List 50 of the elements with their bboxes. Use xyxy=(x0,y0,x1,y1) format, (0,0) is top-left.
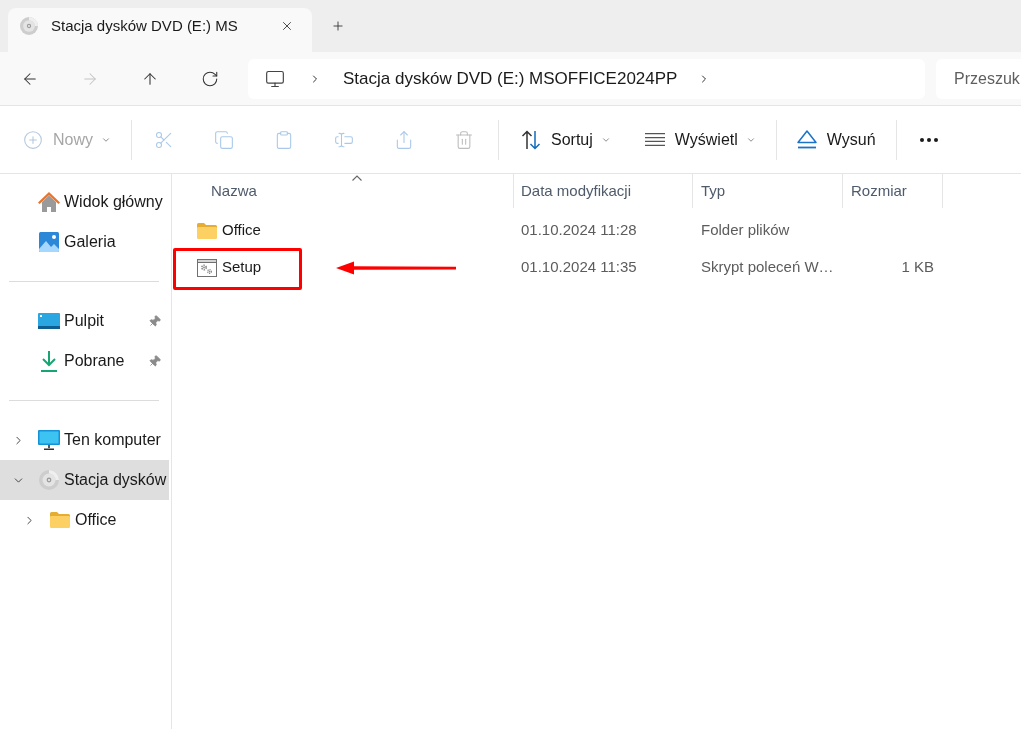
eject-button[interactable]: Wysuń xyxy=(788,119,884,160)
trash-icon xyxy=(454,129,474,150)
sidebar-item[interactable]: Pobrane xyxy=(0,341,169,381)
clipboard-icon xyxy=(274,129,294,150)
share-icon xyxy=(394,129,414,150)
file-type: Skrypt poleceń W… xyxy=(701,258,834,276)
scissors-icon xyxy=(154,129,174,150)
eject-icon xyxy=(796,130,817,149)
close-icon[interactable] xyxy=(280,19,294,33)
search-field[interactable]: Przeszuk xyxy=(936,58,1021,99)
disc-icon xyxy=(20,17,38,35)
tab[interactable]: Stacja dysków DVD (E:) MS xyxy=(8,8,312,52)
sidebar-item[interactable]: Galeria xyxy=(0,222,169,262)
disc-icon xyxy=(39,470,59,490)
file-row[interactable]: Office 01.10.2024 11:28 Folder plików xyxy=(172,212,1021,249)
sidebar-item[interactable]: Stacja dysków xyxy=(0,460,169,500)
download-icon xyxy=(40,350,58,372)
copy-icon xyxy=(214,129,234,150)
plus-icon[interactable] xyxy=(331,19,345,33)
computer-icon xyxy=(38,430,60,450)
sidebar-item[interactable]: Ten komputer xyxy=(0,420,169,460)
address-bar[interactable]: Stacja dysków DVD (E:) MSOFFICE2024PP xyxy=(248,58,925,99)
folder-icon xyxy=(50,512,70,528)
sort-button[interactable]: Sortuj xyxy=(513,119,619,160)
sidebar-item[interactable]: Widok główny xyxy=(0,182,169,222)
file-type: Folder plików xyxy=(701,221,790,239)
sidebar-item[interactable]: Office xyxy=(0,500,169,540)
lines-icon xyxy=(644,133,665,146)
picture-icon xyxy=(39,232,59,252)
more-icon xyxy=(919,137,938,142)
file-name: Setup xyxy=(222,257,262,278)
column-header[interactable]: Data modyfikacji xyxy=(514,174,693,208)
desktop-icon xyxy=(38,313,60,329)
plus-circle-icon xyxy=(23,129,43,150)
monitor-icon[interactable] xyxy=(265,68,285,89)
file-row[interactable]: Setup 01.10.2024 11:35 Skrypt poleceń W… 1 KB xyxy=(172,249,1021,286)
sidebar-item[interactable]: Pulpit xyxy=(0,301,169,341)
house-icon xyxy=(38,192,60,212)
breadcrumb-segment[interactable]: Stacja dysków DVD (E:) MSOFFICE2024PP xyxy=(343,65,678,92)
file-name: Office xyxy=(222,220,261,241)
folder-icon xyxy=(197,222,217,239)
column-header[interactable]: Typ xyxy=(693,174,843,208)
sort-arrows-icon xyxy=(521,129,541,150)
gear-window-icon xyxy=(197,258,217,277)
view-button[interactable]: Wyświetl xyxy=(636,119,764,160)
column-header[interactable]: Nazwa xyxy=(172,174,514,208)
modified-date: 01.10.2024 11:28 xyxy=(521,221,637,239)
file-size: 1 KB xyxy=(901,257,934,278)
modified-date: 01.10.2024 11:35 xyxy=(521,258,637,276)
column-header[interactable]: Rozmiar xyxy=(843,174,943,208)
